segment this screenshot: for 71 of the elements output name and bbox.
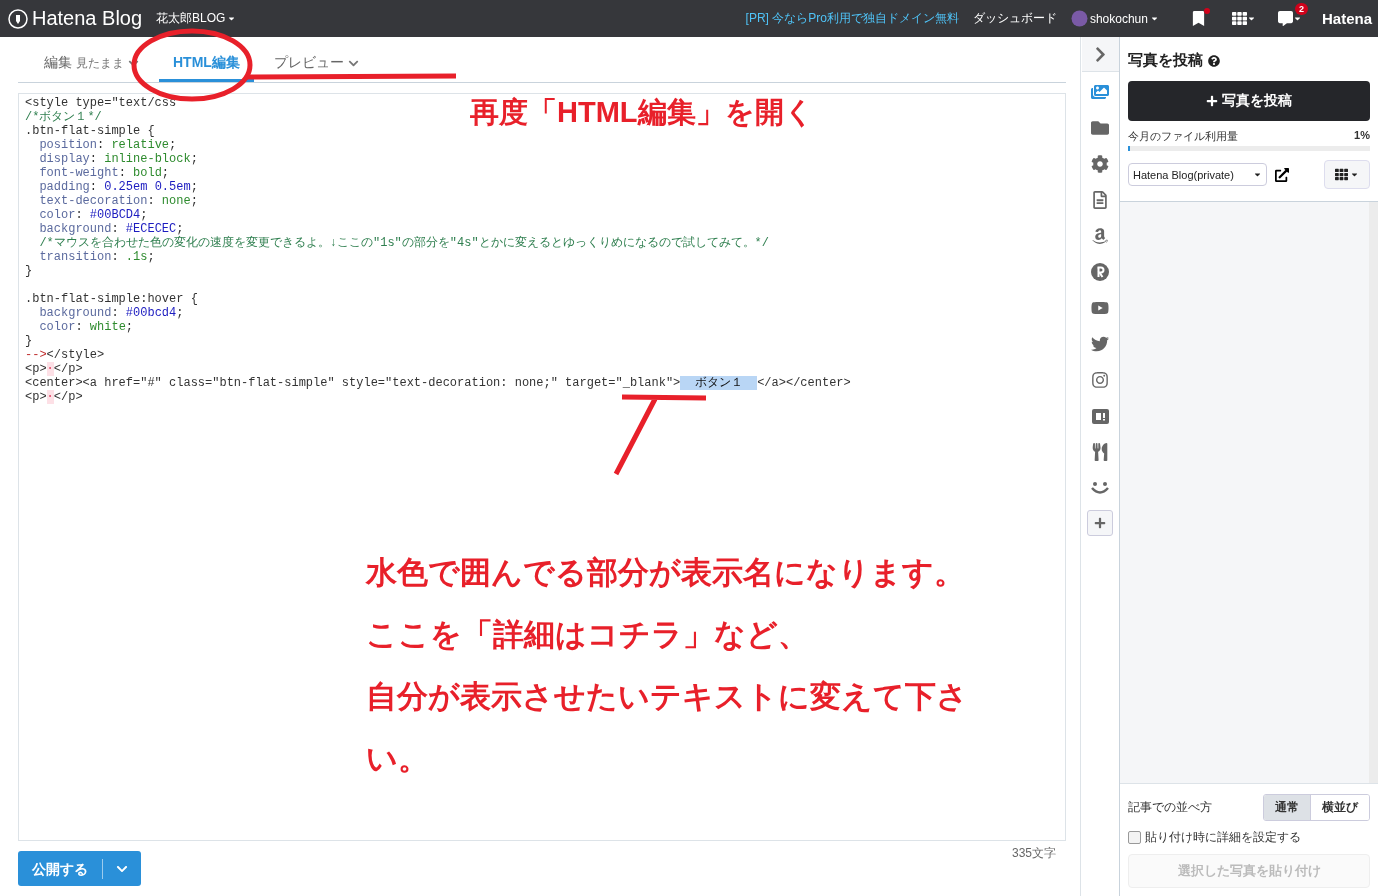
usage-reading: 1% [1354, 129, 1370, 143]
code-line: color: #00BCD4; [38, 208, 148, 222]
smile-icon [1090, 481, 1110, 495]
circle-icon [1091, 263, 1109, 281]
code-line: <p>·</p> [25, 390, 83, 404]
plus-icon [1206, 95, 1218, 107]
pen-icon [8, 8, 28, 29]
checkbox[interactable] [1128, 831, 1141, 844]
order-option[interactable]: 通常 [1264, 795, 1310, 820]
annotation-text: ここを「詳細はコチラ」など、 [366, 616, 810, 654]
editor-tab[interactable]: HTML編集 [159, 54, 254, 82]
code-line: position: relative; [38, 138, 177, 152]
notification-badge: 2 [1294, 3, 1308, 15]
help-icon[interactable] [1208, 54, 1220, 67]
code-line: /*マウスを合わせた色の変化の速度を変更できるよ。↓ここの"1s"の部分を"4s"とかに変えるとゆっくりめになるので試してみて。*/ [38, 236, 770, 250]
annotation-text: い。 [366, 740, 430, 778]
caret-icon [227, 14, 237, 23]
code-line: } [25, 334, 33, 348]
code-line: <p>·</p> [25, 362, 83, 376]
promo-link[interactable]: [PR] 今ならPro利用で独自ドメイン無料 [745, 10, 959, 27]
album-select[interactable]: Hatena Blog(private) [1128, 163, 1267, 186]
logo-text: Hatena Blog [32, 7, 143, 30]
code-line: <center><a href="#" class="btn-flat-simple" style="text-decoration: none;" target="_blank"> ボタン１ </a></center> [25, 376, 851, 390]
layout-menu-button[interactable] [1324, 160, 1370, 189]
collapse-button[interactable] [1081, 37, 1119, 72]
avatar-icon [1070, 10, 1088, 27]
code-line: display: inline-block; [38, 152, 198, 166]
caret-icon [1253, 170, 1262, 179]
usage-label: 今月のファイル利用量 [1128, 129, 1238, 144]
code-line: transition: .1s; [38, 250, 155, 264]
checkbox-label: 貼り付け時に詳細を設定する [1145, 829, 1301, 846]
hatena-link[interactable]: Hatena [1321, 10, 1372, 27]
code-line: .btn-flat-simple { [25, 124, 155, 138]
code-line: <style type="text/css [25, 96, 177, 110]
code-line: background: #ECECEC; [38, 222, 184, 236]
annotation-text: 再度「HTML編集」を開く [470, 95, 814, 130]
caret-icon [1292, 14, 1302, 23]
annotation-text: 水色で囲んでる部分が表示名になります。 [366, 554, 966, 592]
comment-icon[interactable] [1277, 11, 1293, 26]
editor-tab[interactable]: 編集 見たまま [30, 54, 153, 82]
code-editor[interactable] [18, 93, 1066, 841]
plus-icon [1094, 517, 1106, 529]
code-line: background: #00bcd4; [38, 306, 184, 320]
caret-icon [1246, 14, 1256, 23]
code-line: .btn-flat-simple:hover { [25, 292, 198, 306]
blog-menu[interactable]: 花太郎BLOG [156, 10, 237, 27]
upload-button[interactable]: 写真を投稿 [1128, 81, 1370, 121]
caret-icon [1149, 14, 1159, 23]
add-button[interactable] [1087, 510, 1113, 536]
code-line: text-decoration: none; [38, 194, 198, 208]
editor-tab[interactable]: プレビュー [259, 54, 373, 82]
bookmark-square-icon [1091, 408, 1109, 424]
annotation-text: 自分が表示させたいテキストに変えて下さ [366, 678, 968, 716]
grid-icon [1335, 168, 1348, 181]
panel-title: 写真を投稿 [1128, 51, 1203, 70]
apps-icon[interactable] [1231, 11, 1247, 26]
code-line: } [25, 264, 33, 278]
caret-icon [1350, 170, 1359, 179]
order-option[interactable]: 横並び [1310, 795, 1369, 820]
circle-button[interactable] [1088, 260, 1112, 284]
site-logo[interactable]: Hatena Blog [8, 7, 143, 30]
code-line: font-weight: bold; [38, 166, 170, 180]
code-line: color: white; [38, 320, 134, 334]
external-link-icon[interactable] [1275, 167, 1289, 182]
dashboard-link[interactable]: ダッシュボード [972, 10, 1057, 27]
user-menu[interactable]: shokochun [1070, 10, 1159, 27]
code-line: --></style> [25, 348, 105, 362]
code-line: /*ボタン１*/ [25, 110, 102, 124]
code-line: padding: 0.25em 0.5em; [38, 180, 198, 194]
character-count: 335文字 [1011, 845, 1056, 862]
order-label: 記事での並べ方 [1128, 799, 1212, 816]
